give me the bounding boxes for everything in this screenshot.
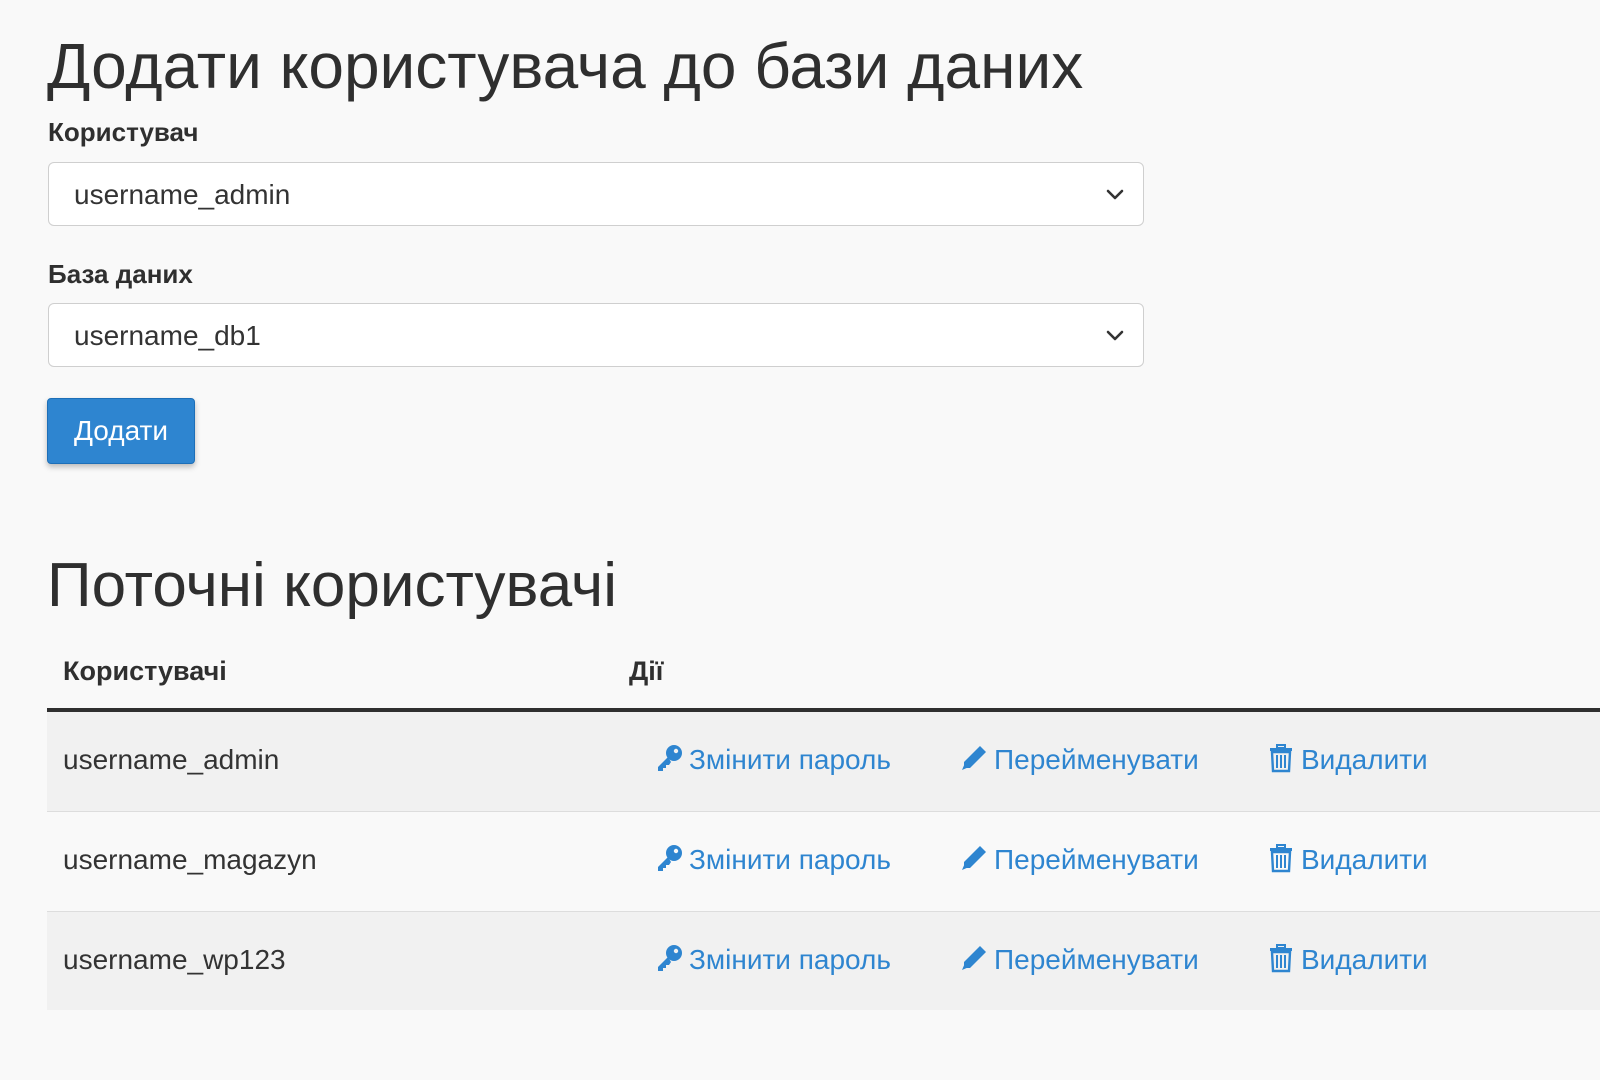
change-password-label: Змінити пароль: [689, 944, 891, 975]
table-row: username_wp123 Змінити пароль Перейменув…: [47, 912, 1600, 1010]
rename-label: Перейменувати: [994, 844, 1199, 875]
user-name-cell: username_admin: [63, 744, 280, 775]
change-password-link[interactable]: Змінити пароль: [654, 843, 891, 877]
user-name-cell: username_wp123: [63, 944, 286, 975]
delete-label: Видалити: [1301, 944, 1428, 975]
column-header-actions: Дії: [629, 656, 664, 686]
key-icon: [658, 945, 682, 971]
change-password-label: Змінити пароль: [689, 844, 891, 875]
user-field-label: Користувач: [48, 117, 199, 147]
section-title-current-users: Поточні користувачі: [47, 551, 617, 620]
delete-label: Видалити: [1301, 844, 1428, 875]
rename-link[interactable]: Перейменувати: [959, 843, 1199, 877]
add-button[interactable]: Додати: [47, 398, 195, 464]
users-table: Користувачі Дії username_admin Змінити п…: [47, 640, 1600, 1010]
user-select-value: username_admin: [74, 179, 291, 210]
table-header: Користувачі Дії: [47, 640, 1600, 712]
user-select[interactable]: username_admin: [48, 162, 1144, 226]
pencil-icon: [962, 846, 986, 870]
change-password-label: Змінити пароль: [689, 744, 891, 775]
rename-link[interactable]: Перейменувати: [959, 743, 1199, 777]
key-icon: [658, 845, 682, 871]
table-row: username_admin Змінити пароль Перейменув…: [47, 712, 1600, 812]
database-select-value: username_db1: [74, 320, 261, 351]
table-row: username_magazyn Змінити пароль Переймен…: [47, 812, 1600, 912]
database-select[interactable]: username_db1: [48, 303, 1144, 367]
chevron-down-icon: [1106, 330, 1124, 341]
pencil-icon: [962, 746, 986, 770]
chevron-down-icon: [1106, 189, 1124, 200]
delete-link[interactable]: Видалити: [1266, 943, 1428, 977]
trash-icon: [1270, 744, 1292, 773]
delete-label: Видалити: [1301, 744, 1428, 775]
change-password-link[interactable]: Змінити пароль: [654, 943, 891, 977]
pencil-icon: [962, 946, 986, 970]
user-name-cell: username_magazyn: [63, 844, 317, 875]
rename-label: Перейменувати: [994, 744, 1199, 775]
key-icon: [658, 745, 682, 771]
rename-link[interactable]: Перейменувати: [959, 943, 1199, 977]
rename-label: Перейменувати: [994, 944, 1199, 975]
column-header-users: Користувачі: [63, 656, 227, 686]
page: Додати користувача до бази даних Користу…: [0, 0, 1600, 1080]
trash-icon: [1270, 944, 1292, 973]
delete-link[interactable]: Видалити: [1266, 743, 1428, 777]
delete-link[interactable]: Видалити: [1266, 843, 1428, 877]
database-field-label: База даних: [48, 259, 193, 289]
change-password-link[interactable]: Змінити пароль: [654, 743, 891, 777]
trash-icon: [1270, 844, 1292, 873]
page-title-add-user: Додати користувача до бази даних: [47, 30, 1084, 102]
